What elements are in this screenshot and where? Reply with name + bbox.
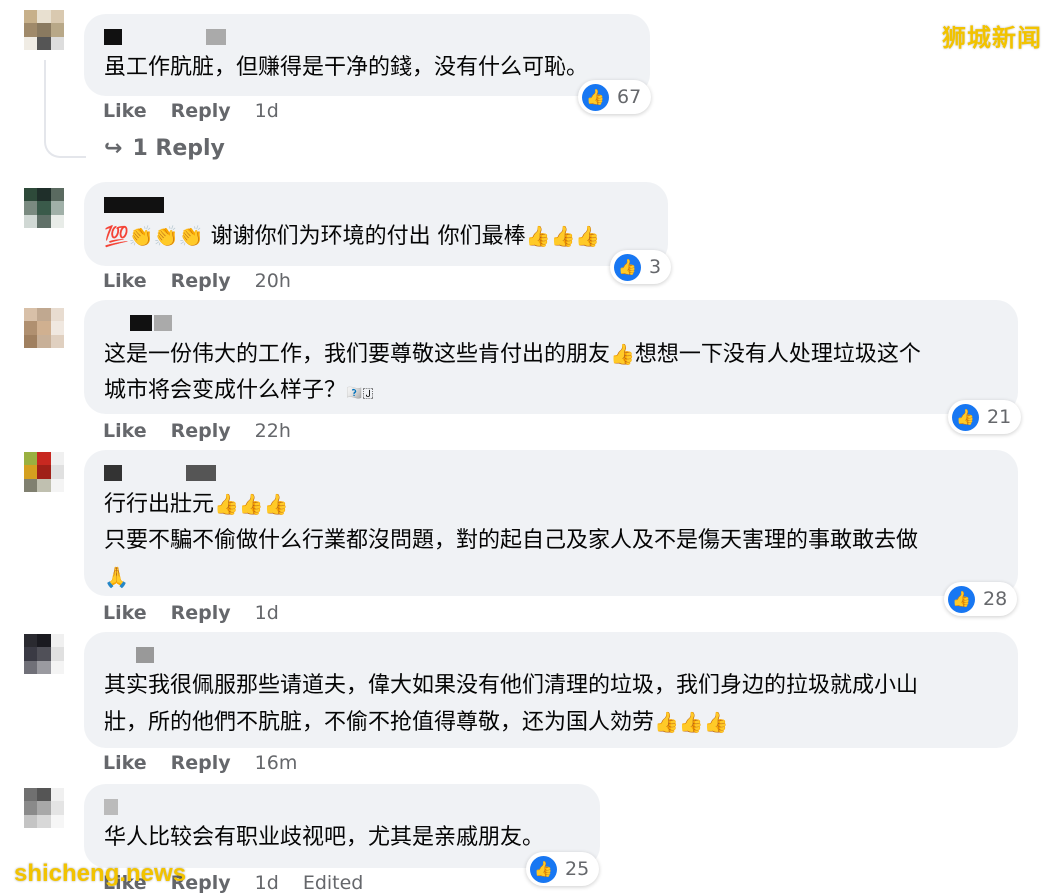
avatar[interactable] (24, 452, 64, 492)
comment-bubble: 华人比较会有职业歧视吧，尤其是亲戚朋友。 (84, 784, 600, 868)
redacted-name (104, 314, 998, 332)
reply-button[interactable]: Reply (171, 602, 231, 624)
reaction-badge[interactable]: 👍 21 (948, 400, 1022, 434)
redacted-name (104, 196, 648, 214)
replies-count: 1 Reply (132, 136, 225, 161)
comment-text-line1: 行行出壯元 (104, 492, 215, 517)
reply-arrow-icon: ↪ (104, 136, 123, 161)
comment-bubble: 行行出壯元👍👍👍 只要不騙不偷做什么行業都沒問題，對的起自己及家人及不是傷天害理… (84, 450, 1018, 596)
like-button[interactable]: Like (103, 752, 147, 774)
comment-text: 行行出壯元👍👍👍 只要不騙不偷做什么行業都沒問題，對的起自己及家人及不是傷天害理… (104, 486, 998, 596)
reaction-count: 28 (983, 588, 1008, 610)
redacted-name (104, 28, 630, 46)
avatar[interactable] (24, 788, 64, 828)
view-replies-link[interactable]: ↪ 1 Reply (104, 136, 225, 161)
reaction-badge[interactable]: 👍 3 (610, 250, 672, 284)
reaction-count: 21 (987, 406, 1012, 428)
comment-actions: Like Reply 16m (103, 752, 297, 774)
like-button[interactable]: Like (103, 420, 147, 442)
avatar[interactable] (24, 188, 64, 228)
reaction-count: 67 (617, 86, 642, 108)
comment-text: 华人比较会有职业歧视吧，尤其是亲戚朋友。 (104, 825, 545, 850)
reaction-badge[interactable]: 👍 28 (944, 582, 1018, 616)
timestamp[interactable]: 1d (255, 100, 279, 122)
comment-actions: Like Reply 1d (103, 100, 279, 122)
comment-bubble: 这是一份伟大的工作，我们要尊敬这些肯付出的朋友👍想想一下没有人处理垃圾这个 城市… (84, 300, 1018, 414)
reaction-count: 3 (649, 256, 662, 278)
reply-button[interactable]: Reply (171, 420, 231, 442)
reaction-count: 25 (565, 858, 590, 880)
timestamp[interactable]: 16m (255, 752, 298, 774)
thumbs-up-icon: 👍 (952, 403, 979, 431)
timestamp[interactable]: 20h (255, 270, 291, 292)
comment-bubble: 虽工作肮脏，但赚得是干净的錢，没有什么可恥。 (84, 14, 650, 96)
comment-actions: Like Reply 1d (103, 602, 279, 624)
emoji-prefix: 💯👏👏👏 (104, 224, 204, 248)
comment-bubble: 💯👏👏👏 谢谢你们为环境的付出 你们最棒👍👍👍 (84, 182, 668, 266)
comment-actions: Like Reply 20h (103, 270, 291, 292)
reply-button[interactable]: Reply (171, 270, 231, 292)
timestamp[interactable]: 1d (255, 602, 279, 624)
comment-text: 虽工作肮脏，但赚得是干净的錢，没有什么可恥。 (104, 55, 589, 80)
like-button[interactable]: Like (103, 100, 147, 122)
avatar[interactable] (24, 308, 64, 348)
comment-text-line1b: 想想一下没有人处理垃圾这个 (634, 342, 921, 367)
emoji-suffix: 🇴🇧🇯 (346, 386, 374, 401)
comment-bubble: 其实我很佩服那些请道夫，偉大如果没有他们清理的垃圾，我们身边的拉圾就成小山 壯，… (84, 632, 1018, 748)
timestamp[interactable]: 1d (255, 872, 279, 894)
comment-text-line1: 这是一份伟大的工作，我们要尊敬这些肯付出的朋友 (104, 342, 611, 367)
reply-button[interactable]: Reply (171, 100, 231, 122)
comment-text: 💯👏👏👏 谢谢你们为环境的付出 你们最棒👍👍👍 (104, 218, 648, 255)
comment-text-line2: 只要不騙不偷做什么行業都沒問題，對的起自己及家人及不是傷天害理的事敢敢去做 (104, 528, 919, 553)
like-button[interactable]: Like (103, 270, 147, 292)
reply-button[interactable]: Reply (171, 752, 231, 774)
comment-text-body: 谢谢你们为环境的付出 你们最棒 (210, 224, 526, 249)
comment-text: 这是一份伟大的工作，我们要尊敬这些肯付出的朋友👍想想一下没有人处理垃圾这个 城市… (104, 336, 998, 412)
thread-line (44, 60, 86, 158)
thumbs-up-icon: 👍 (948, 585, 975, 613)
comment-text-line2: 城市将会变成什么样子？ (104, 378, 347, 403)
redacted-name (104, 464, 998, 482)
timestamp[interactable]: 22h (255, 420, 291, 442)
comment-text-line1: 其实我很佩服那些请道夫，偉大如果没有他们清理的垃圾，我们身边的拉圾就成小山 (104, 673, 919, 698)
watermark-bottom: shicheng.news (14, 860, 187, 887)
thumbs-up-icon: 👍 (530, 855, 557, 883)
comment-text-line2: 壯，所的他們不肮脏，不偷不抢值得尊敬，还为国人効劳 (104, 710, 655, 735)
emoji-suffix: 👍👍👍 (654, 710, 729, 734)
edited-label[interactable]: Edited (303, 872, 364, 894)
avatar[interactable] (24, 10, 64, 50)
emoji-suffix: 👍👍👍 (525, 224, 601, 248)
emoji-mid: 👍 (610, 342, 635, 366)
emoji-line1: 👍👍👍 (214, 492, 289, 516)
like-button[interactable]: Like (103, 602, 147, 624)
comment-actions: Like Reply 22h (103, 420, 291, 442)
avatar[interactable] (24, 634, 64, 674)
redacted-name (104, 646, 998, 664)
redacted-name (104, 798, 580, 816)
reaction-badge[interactable]: 👍 67 (578, 80, 652, 114)
comment-text: 其实我很佩服那些请道夫，偉大如果没有他们清理的垃圾，我们身边的拉圾就成小山 壯，… (104, 668, 998, 741)
emoji-line3: 🙏 (104, 565, 129, 589)
thumbs-up-icon: 👍 (582, 83, 609, 111)
watermark-top: 狮城新闻 (942, 24, 1042, 52)
thumbs-up-icon: 👍 (614, 253, 641, 281)
reaction-badge[interactable]: 👍 25 (526, 852, 600, 886)
